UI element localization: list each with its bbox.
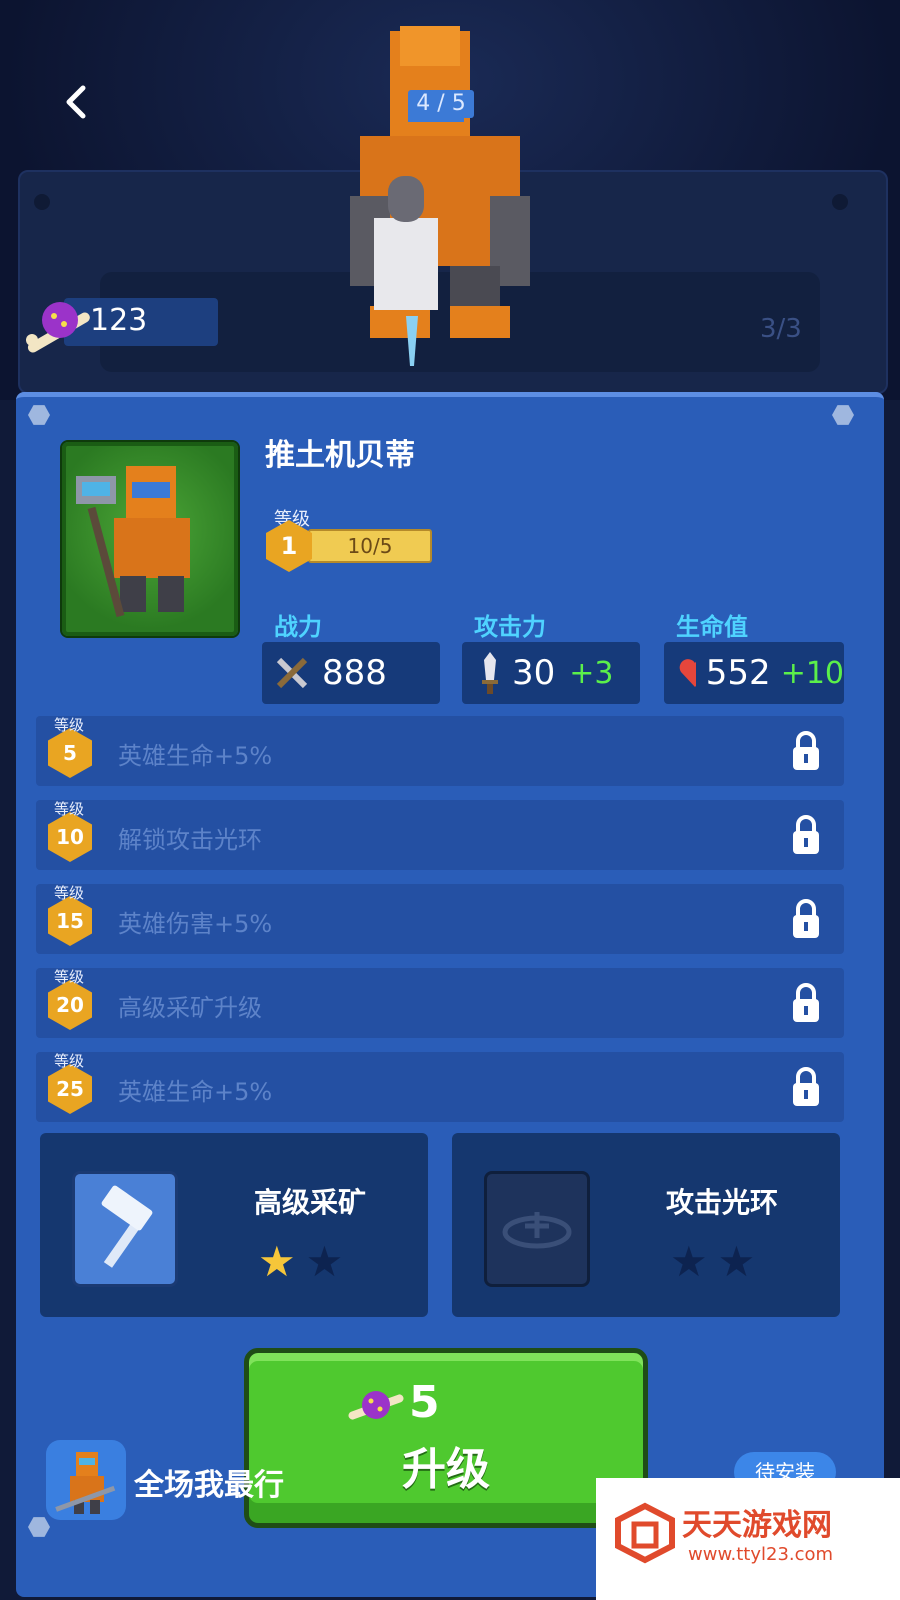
skill-stars: ★ ★ <box>670 1241 755 1283</box>
skill-stars: ★ ★ <box>258 1241 343 1283</box>
sword-icon <box>482 652 498 694</box>
stat-value-attack: 30 <box>512 653 556 693</box>
upgrade-cost: 5 <box>409 1377 440 1428</box>
back-button[interactable] <box>56 82 96 122</box>
unlock-level-badge: 20 <box>48 980 92 1030</box>
skill-card-mining[interactable]: 高级采矿 ★ ★ <box>40 1133 428 1317</box>
unlock-level-badge: 15 <box>48 896 92 946</box>
unlock-row: 10 等级 解锁攻击光环 <box>36 800 844 870</box>
unlock-level-tag: 等级 <box>54 1052 85 1070</box>
unlock-level-badge: 5 <box>48 728 92 778</box>
hero-portrait[interactable] <box>62 442 238 636</box>
lock-icon <box>793 815 819 854</box>
star-filled-icon: ★ <box>258 1237 296 1286</box>
page-indicator: 4 / 5 <box>408 90 474 118</box>
unlock-row: 20 等级 高级采矿升级 <box>36 968 844 1038</box>
unlock-level-tag: 等级 <box>54 884 85 902</box>
level-progress-bar: 10/5 <box>308 529 432 563</box>
skill-name: 高级采矿 <box>253 1186 366 1219</box>
star-empty-icon: ★ <box>717 1237 756 1286</box>
upgrade-button[interactable]: 5 升级 <box>244 1348 648 1528</box>
upgrade-label: 升级 <box>402 1444 490 1495</box>
watermark-url: www.ttyl23.com <box>688 1544 834 1565</box>
ad-app-icon[interactable] <box>46 1440 126 1520</box>
unlock-row: 25 等级 英雄生命+5% <box>36 1052 844 1122</box>
skill-card-aura[interactable]: 攻击光环 ★ ★ <box>452 1133 840 1317</box>
stat-value-hp: 552 <box>705 653 771 693</box>
stat-label-power: 战力 <box>274 613 322 641</box>
star-empty-icon: ★ <box>305 1237 344 1286</box>
panel-screw <box>34 194 50 210</box>
hammer-icon <box>72 1171 178 1287</box>
skill-name: 攻击光环 <box>665 1186 778 1219</box>
star-empty-icon: ★ <box>670 1237 708 1286</box>
power-icon <box>276 657 308 689</box>
unlock-level-badge: 25 <box>48 1064 92 1114</box>
heart-icon <box>679 659 696 687</box>
stat-value-power: 888 <box>322 653 387 693</box>
unlock-description: 高级采矿升级 <box>118 994 262 1022</box>
stat-box-hp: 552 +10 <box>664 642 844 704</box>
stat-bonus-attack: +3 <box>569 655 614 691</box>
hero-avatar <box>76 466 190 618</box>
hero-model <box>350 26 530 366</box>
lock-icon <box>793 899 819 938</box>
watermark: 天天游戏网 www.ttyl23.com <box>596 1478 900 1600</box>
unlock-level-badge: 10 <box>48 812 92 862</box>
candy-icon <box>348 1391 404 1420</box>
stat-box-power: 888 <box>262 642 440 704</box>
unlock-level-tag: 等级 <box>54 968 85 986</box>
currency-amount: 123 <box>90 303 148 338</box>
stat-bonus-hp: +10 <box>780 655 844 691</box>
unlock-level-tag: 等级 <box>54 716 85 734</box>
watermark-logo-icon <box>615 1502 675 1564</box>
unlock-description: 英雄生命+5% <box>118 742 273 770</box>
stat-box-attack: 30 +3 <box>462 642 640 704</box>
unlock-row: 5 等级 英雄生命+5% <box>36 716 844 786</box>
background-counter: 3/3 <box>760 314 802 344</box>
lock-icon <box>793 983 819 1022</box>
ad-text[interactable]: 全场我最行 <box>134 1460 284 1504</box>
stat-label-attack: 攻击力 <box>474 613 546 641</box>
candy-icon <box>26 302 90 353</box>
aura-icon <box>484 1171 590 1287</box>
panel-screw <box>832 194 848 210</box>
currency-display: 123 <box>18 288 218 356</box>
unlock-description: 英雄生命+5% <box>118 1078 273 1106</box>
unlock-level-tag: 等级 <box>54 800 85 818</box>
stat-label-hp: 生命值 <box>676 613 748 641</box>
unlock-row: 15 等级 英雄伤害+5% <box>36 884 844 954</box>
unlock-description: 解锁攻击光环 <box>118 826 262 854</box>
watermark-title: 天天游戏网 <box>682 1508 832 1543</box>
lock-icon <box>793 731 819 770</box>
lock-icon <box>793 1067 819 1106</box>
unlock-description: 英雄伤害+5% <box>118 910 273 938</box>
hero-name: 推土机贝蒂 <box>265 438 415 473</box>
chevron-left-icon <box>66 85 86 119</box>
